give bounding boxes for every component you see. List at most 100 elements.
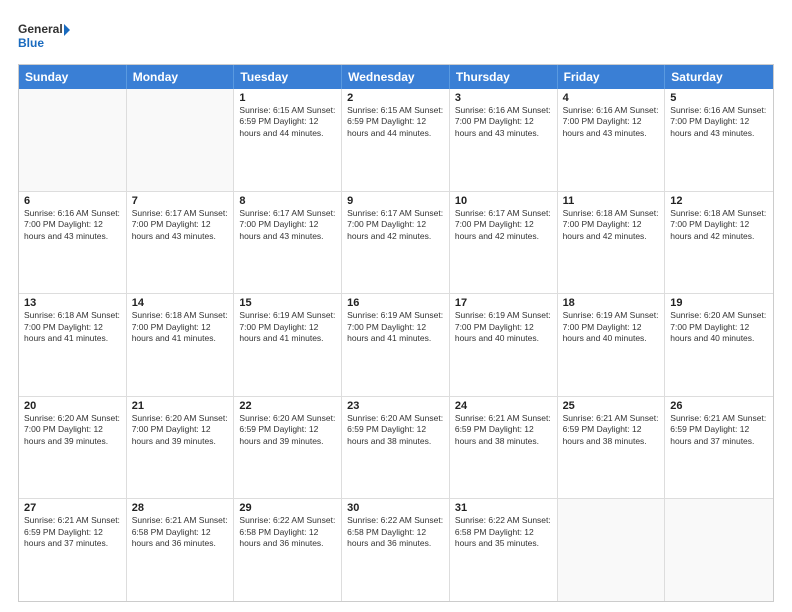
day-number: 17 [455,297,552,309]
calendar-week-4: 20Sunrise: 6:20 AM Sunset: 7:00 PM Dayli… [19,397,773,500]
day-info: Sunrise: 6:19 AM Sunset: 7:00 PM Dayligh… [563,310,660,344]
day-info: Sunrise: 6:18 AM Sunset: 7:00 PM Dayligh… [24,310,121,344]
day-info: Sunrise: 6:17 AM Sunset: 7:00 PM Dayligh… [132,208,229,242]
day-cell-28: 28Sunrise: 6:21 AM Sunset: 6:58 PM Dayli… [127,499,235,601]
day-number: 11 [563,195,660,207]
day-info: Sunrise: 6:19 AM Sunset: 7:00 PM Dayligh… [347,310,444,344]
day-info: Sunrise: 6:22 AM Sunset: 6:58 PM Dayligh… [455,515,552,549]
day-info: Sunrise: 6:20 AM Sunset: 7:00 PM Dayligh… [670,310,768,344]
day-cell-17: 17Sunrise: 6:19 AM Sunset: 7:00 PM Dayli… [450,294,558,396]
day-number: 12 [670,195,768,207]
day-number: 7 [132,195,229,207]
logo-icon: General Blue [18,18,70,54]
day-cell-25: 25Sunrise: 6:21 AM Sunset: 6:59 PM Dayli… [558,397,666,499]
day-cell-3: 3Sunrise: 6:16 AM Sunset: 7:00 PM Daylig… [450,89,558,191]
day-info: Sunrise: 6:20 AM Sunset: 7:00 PM Dayligh… [24,413,121,447]
day-info: Sunrise: 6:15 AM Sunset: 6:59 PM Dayligh… [347,105,444,139]
day-number: 8 [239,195,336,207]
day-cell-30: 30Sunrise: 6:22 AM Sunset: 6:58 PM Dayli… [342,499,450,601]
day-number: 15 [239,297,336,309]
day-number: 10 [455,195,552,207]
day-number: 6 [24,195,121,207]
day-cell-16: 16Sunrise: 6:19 AM Sunset: 7:00 PM Dayli… [342,294,450,396]
day-number: 27 [24,502,121,514]
day-number: 3 [455,92,552,104]
day-number: 18 [563,297,660,309]
day-number: 25 [563,400,660,412]
day-header-sunday: Sunday [19,65,127,89]
day-number: 20 [24,400,121,412]
day-info: Sunrise: 6:17 AM Sunset: 7:00 PM Dayligh… [347,208,444,242]
day-cell-22: 22Sunrise: 6:20 AM Sunset: 6:59 PM Dayli… [234,397,342,499]
day-header-tuesday: Tuesday [234,65,342,89]
calendar-week-3: 13Sunrise: 6:18 AM Sunset: 7:00 PM Dayli… [19,294,773,397]
day-info: Sunrise: 6:19 AM Sunset: 7:00 PM Dayligh… [455,310,552,344]
calendar: SundayMondayTuesdayWednesdayThursdayFrid… [18,64,774,602]
day-cell-9: 9Sunrise: 6:17 AM Sunset: 7:00 PM Daylig… [342,192,450,294]
day-info: Sunrise: 6:20 AM Sunset: 6:59 PM Dayligh… [347,413,444,447]
day-number: 13 [24,297,121,309]
calendar-week-2: 6Sunrise: 6:16 AM Sunset: 7:00 PM Daylig… [19,192,773,295]
day-cell-21: 21Sunrise: 6:20 AM Sunset: 7:00 PM Dayli… [127,397,235,499]
day-cell-29: 29Sunrise: 6:22 AM Sunset: 6:58 PM Dayli… [234,499,342,601]
day-info: Sunrise: 6:21 AM Sunset: 6:59 PM Dayligh… [563,413,660,447]
calendar-body: 1Sunrise: 6:15 AM Sunset: 6:59 PM Daylig… [19,89,773,601]
day-number: 16 [347,297,444,309]
day-cell-20: 20Sunrise: 6:20 AM Sunset: 7:00 PM Dayli… [19,397,127,499]
day-cell-11: 11Sunrise: 6:18 AM Sunset: 7:00 PM Dayli… [558,192,666,294]
header: General Blue [18,18,774,54]
day-info: Sunrise: 6:21 AM Sunset: 6:59 PM Dayligh… [455,413,552,447]
svg-text:Blue: Blue [18,36,44,50]
day-cell-23: 23Sunrise: 6:20 AM Sunset: 6:59 PM Dayli… [342,397,450,499]
day-number: 9 [347,195,444,207]
day-header-friday: Friday [558,65,666,89]
day-header-thursday: Thursday [450,65,558,89]
day-cell-18: 18Sunrise: 6:19 AM Sunset: 7:00 PM Dayli… [558,294,666,396]
day-number: 23 [347,400,444,412]
day-cell-13: 13Sunrise: 6:18 AM Sunset: 7:00 PM Dayli… [19,294,127,396]
calendar-header: SundayMondayTuesdayWednesdayThursdayFrid… [19,65,773,89]
day-info: Sunrise: 6:18 AM Sunset: 7:00 PM Dayligh… [132,310,229,344]
day-number: 21 [132,400,229,412]
day-info: Sunrise: 6:17 AM Sunset: 7:00 PM Dayligh… [455,208,552,242]
day-number: 31 [455,502,552,514]
day-cell-27: 27Sunrise: 6:21 AM Sunset: 6:59 PM Dayli… [19,499,127,601]
day-cell-2: 2Sunrise: 6:15 AM Sunset: 6:59 PM Daylig… [342,89,450,191]
day-number: 19 [670,297,768,309]
day-info: Sunrise: 6:20 AM Sunset: 7:00 PM Dayligh… [132,413,229,447]
day-info: Sunrise: 6:17 AM Sunset: 7:00 PM Dayligh… [239,208,336,242]
empty-cell [558,499,666,601]
empty-cell [19,89,127,191]
empty-cell [127,89,235,191]
day-info: Sunrise: 6:22 AM Sunset: 6:58 PM Dayligh… [239,515,336,549]
day-cell-1: 1Sunrise: 6:15 AM Sunset: 6:59 PM Daylig… [234,89,342,191]
day-info: Sunrise: 6:16 AM Sunset: 7:00 PM Dayligh… [563,105,660,139]
day-cell-31: 31Sunrise: 6:22 AM Sunset: 6:58 PM Dayli… [450,499,558,601]
day-cell-15: 15Sunrise: 6:19 AM Sunset: 7:00 PM Dayli… [234,294,342,396]
day-cell-24: 24Sunrise: 6:21 AM Sunset: 6:59 PM Dayli… [450,397,558,499]
day-info: Sunrise: 6:22 AM Sunset: 6:58 PM Dayligh… [347,515,444,549]
day-cell-10: 10Sunrise: 6:17 AM Sunset: 7:00 PM Dayli… [450,192,558,294]
day-cell-5: 5Sunrise: 6:16 AM Sunset: 7:00 PM Daylig… [665,89,773,191]
day-number: 5 [670,92,768,104]
day-info: Sunrise: 6:19 AM Sunset: 7:00 PM Dayligh… [239,310,336,344]
day-number: 30 [347,502,444,514]
day-header-saturday: Saturday [665,65,773,89]
day-number: 22 [239,400,336,412]
day-number: 4 [563,92,660,104]
day-cell-8: 8Sunrise: 6:17 AM Sunset: 7:00 PM Daylig… [234,192,342,294]
day-info: Sunrise: 6:16 AM Sunset: 7:00 PM Dayligh… [455,105,552,139]
day-number: 24 [455,400,552,412]
day-number: 28 [132,502,229,514]
day-info: Sunrise: 6:15 AM Sunset: 6:59 PM Dayligh… [239,105,336,139]
day-number: 1 [239,92,336,104]
day-info: Sunrise: 6:18 AM Sunset: 7:00 PM Dayligh… [670,208,768,242]
day-header-monday: Monday [127,65,235,89]
day-cell-14: 14Sunrise: 6:18 AM Sunset: 7:00 PM Dayli… [127,294,235,396]
day-number: 29 [239,502,336,514]
day-cell-4: 4Sunrise: 6:16 AM Sunset: 7:00 PM Daylig… [558,89,666,191]
page: General Blue SundayMondayTuesdayWednesda… [0,0,792,612]
empty-cell [665,499,773,601]
day-number: 2 [347,92,444,104]
day-cell-7: 7Sunrise: 6:17 AM Sunset: 7:00 PM Daylig… [127,192,235,294]
